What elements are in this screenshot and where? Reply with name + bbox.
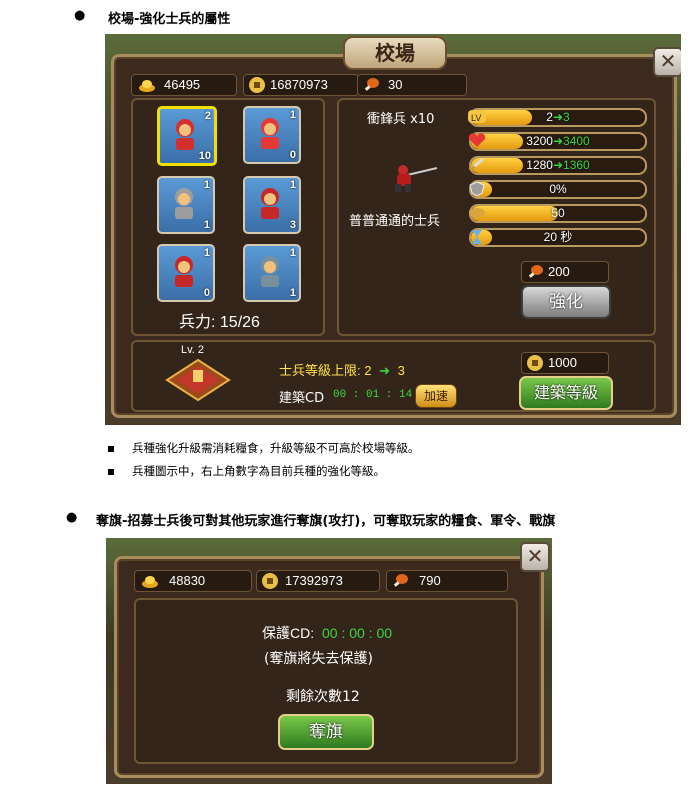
armored-swordsman-icon bbox=[175, 188, 193, 219]
unit-level: 1 bbox=[289, 179, 296, 191]
unit-slot[interactable]: 11 bbox=[157, 176, 215, 234]
unit-slot[interactable]: 13 bbox=[243, 176, 301, 234]
unit-count: 1 bbox=[203, 219, 210, 231]
protection-cd: 保護CD: 00 : 00 : 00 bbox=[262, 625, 393, 641]
protection-note: (奪旗將失去保護) bbox=[264, 651, 373, 667]
building-level: Lv. 2 bbox=[181, 344, 205, 356]
barracks-building-icon bbox=[165, 358, 231, 402]
capture-flag-button[interactable]: 奪旗 bbox=[278, 714, 374, 750]
red-helmet-soldier-icon bbox=[176, 119, 194, 150]
upgrade-cost: 200 bbox=[521, 261, 609, 283]
coin-icon bbox=[262, 573, 278, 589]
bullet-dot: ● bbox=[74, 8, 86, 23]
unit-count: 3 bbox=[289, 219, 296, 231]
unit-description: 普普通通的士兵 bbox=[349, 214, 441, 229]
shield-icon bbox=[469, 181, 485, 197]
stat-value: 1280➜1360 bbox=[526, 158, 590, 172]
stat-value: 2➜3 bbox=[546, 110, 570, 124]
unit-count: 0 bbox=[289, 149, 296, 161]
barracks-window: 校場 ✕ 46495 16870973 30 兵力: 15/26 衝鋒兵 x10… bbox=[105, 34, 681, 425]
level-icon: LV bbox=[468, 110, 486, 123]
troop-count: 兵力: 15/26 bbox=[179, 314, 260, 331]
sword-icon bbox=[469, 157, 484, 172]
note-icon-level: 兵種圖示中，右上角數字為目前兵種的強化等級。 bbox=[108, 463, 385, 479]
stat-bar: 20 秒 bbox=[469, 228, 647, 247]
coin-resource: 16870973 bbox=[243, 74, 359, 96]
unit-slot[interactable]: 10 bbox=[243, 106, 301, 164]
soldier-figure-icon bbox=[395, 165, 438, 192]
soldier-level-cap: 士兵等級上限: 2 ➜ 3 bbox=[279, 363, 405, 378]
square-bullet bbox=[108, 445, 114, 452]
stat-value: 50 bbox=[551, 206, 565, 220]
stat-bar: 1280➜1360 bbox=[469, 156, 647, 175]
unit-count: 0 bbox=[203, 287, 210, 299]
coin-resource: 17392973 bbox=[256, 570, 380, 592]
stat-bar: 2➜3 bbox=[469, 108, 647, 127]
arrow-icon: ➜ bbox=[552, 158, 564, 172]
building-cd-label: 建築CD bbox=[279, 391, 325, 406]
heart-icon bbox=[468, 133, 486, 147]
unit-slot[interactable]: 2 10 bbox=[157, 106, 217, 166]
coin-icon bbox=[249, 77, 265, 93]
gold-resource: 46495 bbox=[131, 74, 237, 96]
stat-bar: 50 bbox=[469, 204, 647, 223]
building-upgrade-cost: 1000 bbox=[521, 352, 609, 374]
gold-ingot-icon bbox=[139, 80, 155, 92]
close-button[interactable]: ✕ bbox=[520, 542, 550, 572]
stat-bar: 0% bbox=[469, 180, 647, 199]
speed-up-button[interactable]: 加速 bbox=[415, 384, 457, 408]
gold-resource: 48830 bbox=[134, 570, 252, 592]
cavalry-icon bbox=[261, 256, 279, 287]
unit-level: 1 bbox=[289, 247, 296, 259]
food-icon bbox=[469, 208, 485, 218]
capture-flag-window: ✕ 48830 17392973 790 保護CD: 00 : 00 : 00 … bbox=[106, 538, 552, 784]
svg-text:LV: LV bbox=[471, 113, 481, 123]
building-cd-timer: 00 : 01 : 14 bbox=[333, 389, 413, 401]
food-resource: 30 bbox=[357, 74, 467, 96]
unit-name: 衝鋒兵 x10 bbox=[367, 112, 435, 127]
stat-value: 20 秒 bbox=[543, 230, 573, 244]
unit-count: 10 bbox=[198, 150, 211, 162]
gold-ingot-icon bbox=[142, 576, 158, 588]
stat-value: 0% bbox=[549, 182, 567, 196]
stat-value: 3200➜3400 bbox=[526, 134, 590, 148]
unit-count: 1 bbox=[289, 287, 296, 299]
chariot-soldier-icon bbox=[261, 118, 279, 149]
unit-level: 1 bbox=[289, 109, 296, 121]
unit-level: 2 bbox=[204, 110, 211, 122]
arrow-icon: ➜ bbox=[552, 134, 564, 148]
unit-level: 1 bbox=[203, 247, 210, 259]
food-resource: 790 bbox=[386, 570, 508, 592]
stat-bar: 3200➜3400 bbox=[469, 132, 647, 151]
remaining-attempts: 剩餘次數12 bbox=[286, 689, 360, 705]
close-button[interactable]: ✕ bbox=[653, 47, 681, 77]
arrow-icon: ➜ bbox=[379, 363, 390, 378]
hourglass-icon bbox=[472, 230, 482, 244]
arrow-icon: ➜ bbox=[552, 110, 564, 124]
spear-soldier-icon bbox=[261, 188, 279, 219]
unit-level: 1 bbox=[203, 179, 210, 191]
strengthen-button[interactable]: 強化 bbox=[521, 285, 611, 319]
drumstick-icon bbox=[528, 265, 543, 278]
building-upgrade-button[interactable]: 建築等級 bbox=[519, 376, 613, 410]
unit-slot[interactable]: 10 bbox=[157, 244, 215, 302]
page-title: 校場 bbox=[343, 36, 447, 70]
drumstick-icon bbox=[364, 78, 379, 91]
note-upgrade-cost: 兵種強化升級需消耗糧食，升級等級不可高於校場等級。 bbox=[108, 440, 420, 456]
square-bullet bbox=[108, 468, 114, 475]
unit-slot[interactable]: 11 bbox=[243, 244, 301, 302]
drumstick-icon bbox=[393, 574, 408, 587]
heavy-infantry-icon bbox=[175, 256, 193, 287]
coin-icon bbox=[527, 355, 543, 371]
bullet-dot: ● bbox=[66, 510, 78, 525]
